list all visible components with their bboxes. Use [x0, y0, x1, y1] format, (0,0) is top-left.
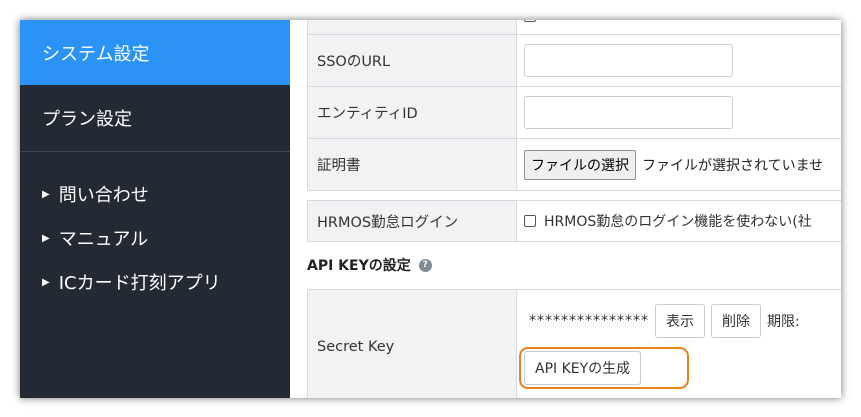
- main-content: SSOのURL エンティティID 証明書 ファイルの選択 ファイルが選択されてい…: [290, 20, 841, 398]
- hrmos-login-label: HRMOS勤怠ログイン: [307, 201, 517, 241]
- sso-settings-table: SSOのURL エンティティID 証明書 ファイルの選択 ファイルが選択されてい…: [307, 20, 841, 191]
- certificate-label: 証明書: [307, 139, 517, 190]
- triangle-right-icon: ▶: [42, 232, 50, 244]
- table-cell: ファイルの選択 ファイルが選択されていませ: [517, 139, 841, 190]
- table-row: エンティティID: [307, 87, 841, 139]
- sidebar: システム設定 プラン設定 ▶ 問い合わせ ▶ マニュアル ▶ ICカード打刻アプ…: [20, 20, 290, 398]
- secret-key-masked-value: ***************: [529, 313, 649, 329]
- sidebar-item-system-settings[interactable]: システム設定: [20, 20, 290, 85]
- entity-id-label: エンティティID: [307, 87, 517, 138]
- secret-key-label: Secret Key: [307, 290, 517, 398]
- table-header-cell: [307, 20, 517, 34]
- section-title-text: API KEYの設定: [307, 258, 411, 274]
- sidebar-item-label: プラン設定: [42, 108, 132, 130]
- secret-key-controls: *************** 表示 削除 期限:: [517, 304, 800, 338]
- table-cell: [517, 20, 841, 34]
- sidebar-divider: [20, 151, 290, 152]
- generate-api-key-button[interactable]: API KEYの生成: [524, 351, 642, 385]
- table-row: 証明書 ファイルの選択 ファイルが選択されていませ: [307, 139, 841, 191]
- sidebar-item-label: システム設定: [42, 43, 150, 65]
- triangle-right-icon: ▶: [42, 188, 50, 200]
- table-row: HRMOS勤怠ログイン HRMOS勤怠のログイン機能を使わない(社: [307, 201, 841, 242]
- expiry-label: 期限:: [767, 314, 800, 330]
- sidebar-link-label: ICカード打刻アプリ: [58, 273, 221, 294]
- sidebar-link-ic-card-app[interactable]: ▶ ICカード打刻アプリ: [42, 267, 221, 297]
- sso-url-label: SSOのURL: [307, 35, 517, 86]
- hrmos-login-checkbox-label: HRMOS勤怠のログイン機能を使わない(社: [544, 214, 812, 230]
- app-window: システム設定 プラン設定 ▶ 問い合わせ ▶ マニュアル ▶ ICカード打刻アプ…: [20, 20, 841, 398]
- table-cell: HRMOS勤怠のログイン機能を使わない(社: [517, 201, 841, 241]
- checkbox[interactable]: [524, 20, 536, 22]
- table-row: SSOのURL: [307, 35, 841, 87]
- api-key-section-title: API KEYの設定 ?: [307, 255, 432, 275]
- entity-id-input[interactable]: [524, 96, 733, 129]
- sidebar-link-manual[interactable]: ▶ マニュアル: [42, 223, 148, 253]
- table-cell: [517, 35, 841, 86]
- sidebar-link-label: マニュアル: [58, 229, 149, 250]
- sso-url-input[interactable]: [524, 44, 733, 77]
- triangle-right-icon: ▶: [42, 276, 50, 288]
- show-secret-button[interactable]: 表示: [655, 304, 705, 338]
- delete-secret-button[interactable]: 削除: [711, 304, 761, 338]
- sidebar-link-contact[interactable]: ▶ 問い合わせ: [42, 179, 149, 209]
- hrmos-login-table: HRMOS勤怠ログイン HRMOS勤怠のログイン機能を使わない(社: [307, 200, 841, 242]
- table-cell: [517, 87, 841, 138]
- question-circle-icon[interactable]: ?: [418, 258, 432, 272]
- hrmos-login-checkbox[interactable]: [524, 215, 536, 227]
- table-row: [307, 20, 841, 35]
- file-select-button[interactable]: ファイルの選択: [524, 149, 636, 180]
- sidebar-link-label: 問い合わせ: [58, 185, 149, 206]
- file-status-text: ファイルが選択されていませ: [642, 157, 824, 174]
- sidebar-item-plan-settings[interactable]: プラン設定: [20, 85, 290, 150]
